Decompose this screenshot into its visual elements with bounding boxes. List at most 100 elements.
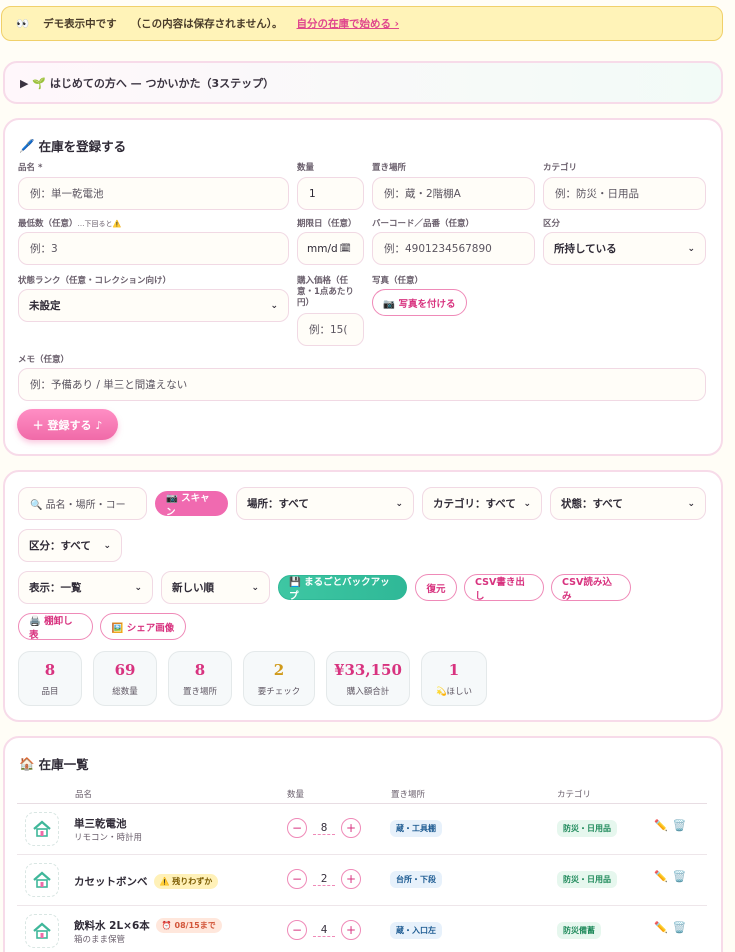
table-row[interactable]: 飲料水 2L×6本 ⏰ 08/15まで 箱のまま保管 −4 + 蔵・入口左 防災備蓄… — [17, 906, 707, 952]
plus-button[interactable]: + — [341, 818, 361, 838]
search-input[interactable]: 🔍 品名・場所・コー — [18, 487, 147, 520]
stat-items: 8 品目 — [18, 651, 82, 706]
stat-value: ¥33,150 — [334, 661, 402, 679]
rank-select[interactable]: 未設定 ⌄ — [18, 289, 289, 322]
cat-input[interactable]: 例：防災・日用品 — [543, 177, 706, 210]
category-tag: 防災・日用品 — [557, 871, 617, 888]
minus-button[interactable]: − — [287, 818, 307, 838]
edit-icon[interactable]: ✏️ — [654, 921, 668, 934]
stat-label: 要チェック — [257, 687, 301, 697]
name-label: 品名 * — [18, 163, 43, 173]
stat-value: 8 — [44, 661, 56, 679]
stat-label: 購入額合計 — [346, 687, 390, 697]
scan-button[interactable]: 📷 スキャン — [155, 491, 228, 518]
restore-button[interactable]: 復元 — [415, 574, 457, 601]
stat-places: 8 置き場所 — [168, 651, 232, 706]
qty-value[interactable]: 2 — [313, 872, 335, 886]
qty-value[interactable]: 4 — [313, 923, 335, 937]
item-thumbnail — [25, 863, 59, 897]
barcode-label: バーコード／品番（任意） — [372, 219, 475, 229]
csv-export-button[interactable]: CSV書き出し — [464, 574, 544, 602]
item-thumbnail — [25, 914, 59, 948]
category-tag: 防災・日用品 — [557, 820, 617, 837]
minus-button[interactable]: − — [287, 920, 307, 940]
minus-button[interactable]: − — [287, 869, 307, 889]
place-input[interactable]: 例：蔵・2階棚A — [372, 177, 535, 210]
stat-needs-check[interactable]: 2 要チェック — [243, 651, 315, 706]
calendar-icon[interactable]: 🗓 — [340, 244, 351, 254]
backup-button[interactable]: 💾 まるごとバックアップ — [278, 575, 407, 602]
house-icon: 🏠 — [19, 755, 35, 771]
col-name: 品名 — [75, 790, 93, 800]
trash-icon[interactable]: 🗑️ — [673, 921, 687, 934]
register-title: 🖊️ 在庫を登録する — [19, 136, 126, 155]
min-label: 最低数（任意）…下回ると⚠️ — [18, 219, 122, 229]
item-sub: リモコン・時計用 — [74, 833, 143, 843]
quantity-stepper: −4 + — [287, 920, 361, 940]
table-row[interactable]: カセットボンベ ⚠️ 残りわずか −2 + 台所・下段 防災・日用品 ✏️ 🗑️ — [17, 855, 707, 906]
stat-value: 2 — [273, 661, 285, 679]
state-filter[interactable]: 状態：すべて ⌄ — [550, 487, 706, 520]
quantity-stepper: −2 + — [287, 869, 361, 889]
chevron-down-icon: ⌄ — [134, 582, 142, 593]
place-filter[interactable]: 場所：すべて ⌄ — [236, 487, 414, 520]
view-value: 表示：一覧 — [29, 582, 82, 594]
csv-import-button[interactable]: CSV読み込み — [551, 574, 631, 602]
trash-icon[interactable]: 🗑️ — [673, 819, 687, 832]
sort-value: 新しい順 — [172, 582, 214, 594]
chevron-down-icon: ⌄ — [270, 300, 278, 311]
house-icon — [33, 820, 51, 837]
date-label: 期限日（任意） — [297, 219, 357, 229]
col-category: カテゴリ — [557, 790, 592, 800]
stat-total-qty: 69 総数量 — [93, 651, 157, 706]
name-input[interactable]: 例：単一乾電池 — [18, 177, 289, 210]
guide-text: ▶ 🌱 はじめての方へ — つかいかた（3ステップ） — [20, 76, 275, 90]
kubun-value: 所持している — [554, 243, 617, 255]
demo-banner: 👀 デモ表示中です （この内容は保存されません）。 自分の在庫で始める › — [1, 6, 723, 41]
min-input[interactable]: 例：3 — [18, 232, 289, 265]
register-title-text: 在庫を登録する — [38, 139, 127, 154]
qty-input[interactable]: 1 — [297, 177, 364, 210]
plus-button[interactable]: + — [341, 869, 361, 889]
table-row[interactable]: 単三乾電池 リモコン・時計用 −8 + 蔵・工具棚 防災・日用品 ✏️ 🗑️ — [17, 804, 707, 855]
stat-label: 総数量 — [112, 687, 138, 697]
item-name: 単三乾電池 — [74, 818, 127, 830]
photo-button[interactable]: 📷 写真を付ける — [372, 289, 467, 316]
edit-icon[interactable]: ✏️ — [654, 870, 668, 883]
chevron-down-icon: ⌄ — [395, 498, 403, 509]
due-date-badge: ⏰ 08/15まで — [155, 918, 222, 933]
date-placeholder: mm/d — [307, 242, 338, 255]
chevron-down-icon: ⌄ — [687, 243, 695, 254]
place-tag: 蔵・工具棚 — [390, 820, 442, 837]
sort-select[interactable]: 新しい順 ⌄ — [161, 571, 270, 604]
barcode-input[interactable]: 例：4901234567890 — [372, 232, 535, 265]
demo-text: デモ表示中です — [43, 18, 117, 30]
kubun-select[interactable]: 所持している ⌄ — [543, 232, 706, 265]
stat-wishlist[interactable]: 1 💫ほしい — [421, 651, 487, 706]
min-note: …下回ると⚠️ — [77, 220, 122, 228]
memo-input[interactable]: 例：予備あり / 単三と間違えない — [18, 368, 706, 401]
view-select[interactable]: 表示：一覧 ⌄ — [18, 571, 153, 604]
date-input[interactable]: mm/d 🗓 — [297, 232, 364, 265]
register-button[interactable]: ＋ 登録する ♪ — [17, 409, 118, 440]
plus-button[interactable]: + — [341, 920, 361, 940]
category-tag: 防災備蓄 — [557, 922, 601, 939]
stocktake-print-button[interactable]: 🖨️ 棚卸し表 — [18, 613, 93, 641]
price-input[interactable]: 例：15( — [297, 313, 364, 346]
stat-label: 置き場所 — [182, 687, 217, 697]
category-filter[interactable]: カテゴリ：すべて ⌄ — [422, 487, 542, 520]
stat-value: 8 — [194, 661, 206, 679]
rank-label: 状態ランク（任意・コレクション向け） — [18, 276, 172, 286]
chevron-down-icon: ⌄ — [523, 498, 531, 509]
place-filter-value: 場所：すべて — [247, 498, 309, 510]
share-image-button[interactable]: 🖼️ シェア画像 — [100, 613, 186, 640]
start-own-link[interactable]: 自分の在庫で始める › — [297, 16, 399, 31]
stat-label: 品目 — [41, 687, 59, 697]
quantity-stepper: −8 + — [287, 818, 361, 838]
edit-icon[interactable]: ✏️ — [654, 819, 668, 832]
qty-value[interactable]: 8 — [313, 821, 335, 835]
guide-toggle[interactable]: ▶ 🌱 はじめての方へ — つかいかた（3ステップ） — [3, 61, 723, 104]
demo-note: （この内容は保存されません）。 — [130, 18, 283, 30]
kubun-filter[interactable]: 区分：すべて ⌄ — [18, 529, 122, 562]
trash-icon[interactable]: 🗑️ — [673, 870, 687, 883]
